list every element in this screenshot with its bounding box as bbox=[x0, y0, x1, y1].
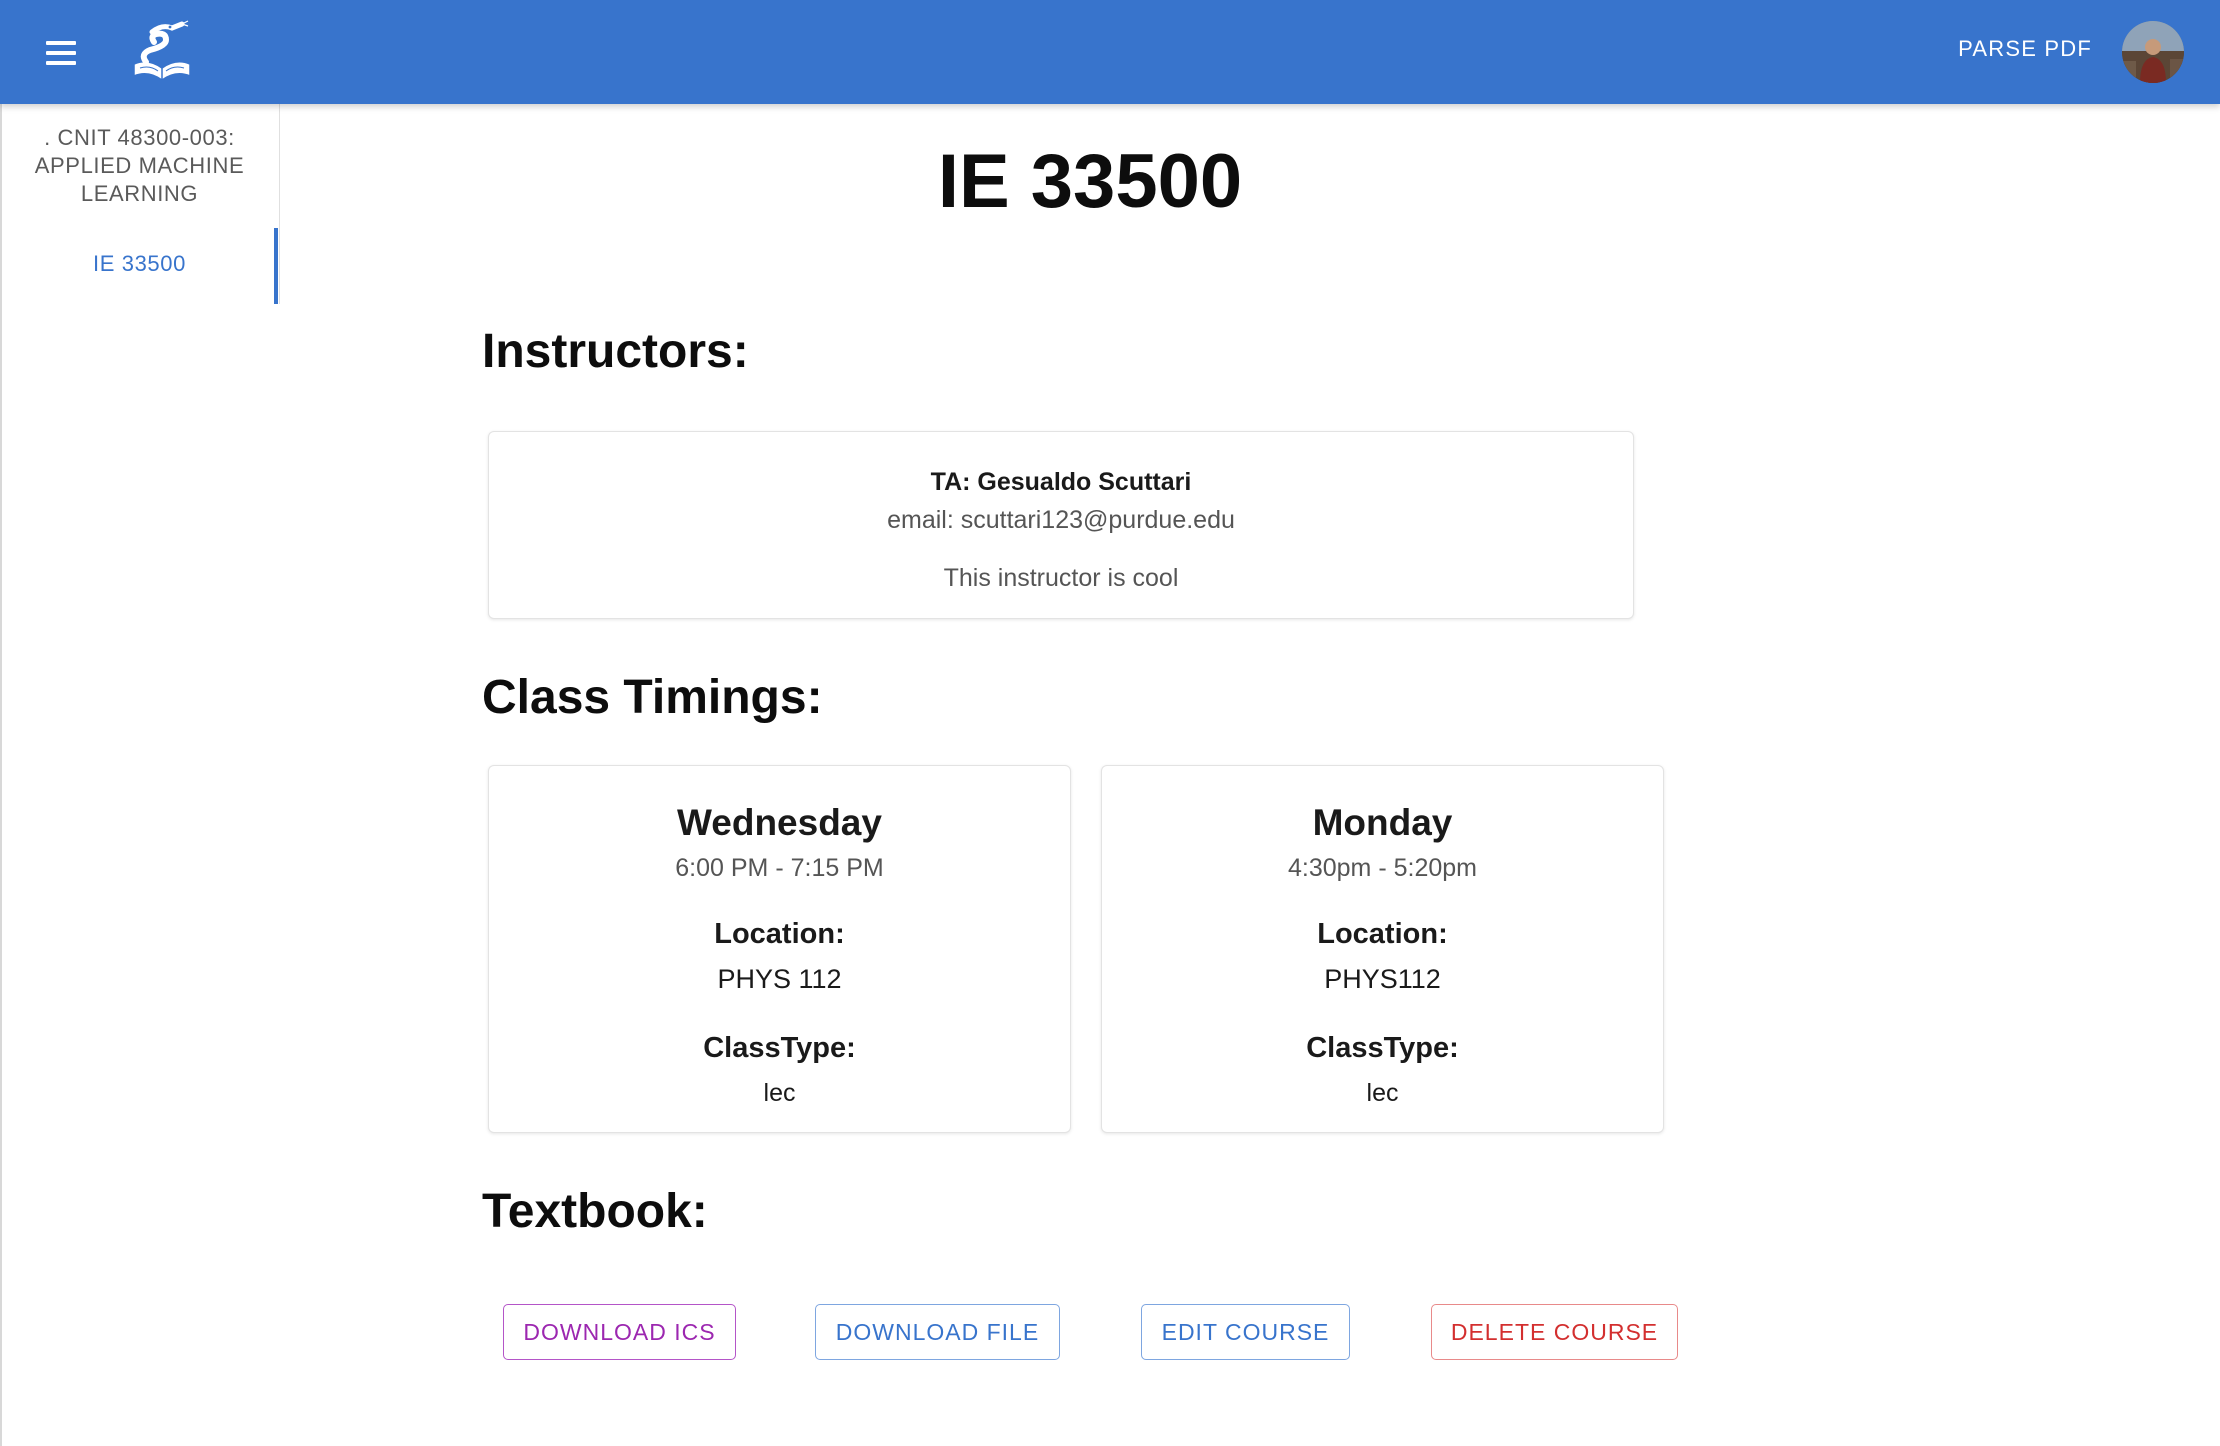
location-label: Location: bbox=[714, 918, 845, 950]
active-tab-indicator bbox=[274, 228, 278, 304]
instructor-email: email: scuttari123@purdue.edu bbox=[887, 506, 1235, 534]
edit-course-button[interactable]: EDIT COURSE bbox=[1141, 1304, 1350, 1360]
window-edge bbox=[0, 104, 2, 1446]
classtype-label: ClassType: bbox=[1306, 1032, 1459, 1064]
timing-day: Monday bbox=[1312, 802, 1453, 843]
user-avatar[interactable] bbox=[2122, 21, 2184, 83]
timing-location: PHYS 112 bbox=[717, 964, 842, 994]
snake-logo-icon[interactable] bbox=[126, 18, 198, 90]
class-timings-heading: Class Timings: bbox=[482, 671, 823, 724]
sidebar-item-label: . CNIT 48300-003: APPLIED MACHINE LEARNI… bbox=[34, 125, 245, 206]
sidebar-item-ie-33500[interactable]: IE 33500 bbox=[0, 228, 279, 304]
timing-time: 4:30pm - 5:20pm bbox=[1288, 854, 1477, 882]
page-title: IE 33500 bbox=[937, 139, 1243, 224]
course-page: PARSE PDF . CNIT 48300-003: APPLIED MACH… bbox=[0, 0, 2220, 1446]
timing-day: Wednesday bbox=[677, 802, 882, 843]
hamburger-menu-icon[interactable] bbox=[36, 30, 82, 76]
instructor-card: TA: Gesualdo Scuttari email: scuttari123… bbox=[488, 431, 1634, 619]
textbook-heading: Textbook: bbox=[482, 1185, 708, 1238]
instructors-heading: Instructors: bbox=[482, 325, 749, 378]
timing-card: Wednesday 6:00 PM - 7:15 PM Location: PH… bbox=[488, 765, 1071, 1133]
instructor-note: This instructor is cool bbox=[943, 564, 1179, 592]
delete-course-button[interactable]: DELETE COURSE bbox=[1431, 1304, 1678, 1360]
top-app-bar: PARSE PDF bbox=[0, 0, 2220, 104]
sidebar-item-label: IE 33500 bbox=[93, 251, 186, 276]
download-ics-button[interactable]: DOWNLOAD ICS bbox=[503, 1304, 736, 1360]
parse-pdf-button[interactable]: PARSE PDF bbox=[1958, 36, 2092, 62]
classtype-label: ClassType: bbox=[703, 1032, 856, 1064]
timing-card: Monday 4:30pm - 5:20pm Location: PHYS112… bbox=[1101, 765, 1664, 1133]
course-sidebar bbox=[0, 104, 279, 1446]
download-file-button[interactable]: DOWNLOAD FILE bbox=[815, 1304, 1060, 1360]
location-label: Location: bbox=[1317, 918, 1448, 950]
sidebar-item-cnit-48300[interactable]: . CNIT 48300-003: APPLIED MACHINE LEARNI… bbox=[0, 124, 279, 208]
timing-time: 6:00 PM - 7:15 PM bbox=[675, 854, 884, 882]
instructor-name: TA: Gesualdo Scuttari bbox=[930, 468, 1192, 496]
timing-location: PHYS112 bbox=[1324, 964, 1441, 994]
timing-classtype: lec bbox=[763, 1079, 796, 1107]
timing-classtype: lec bbox=[1366, 1079, 1399, 1107]
